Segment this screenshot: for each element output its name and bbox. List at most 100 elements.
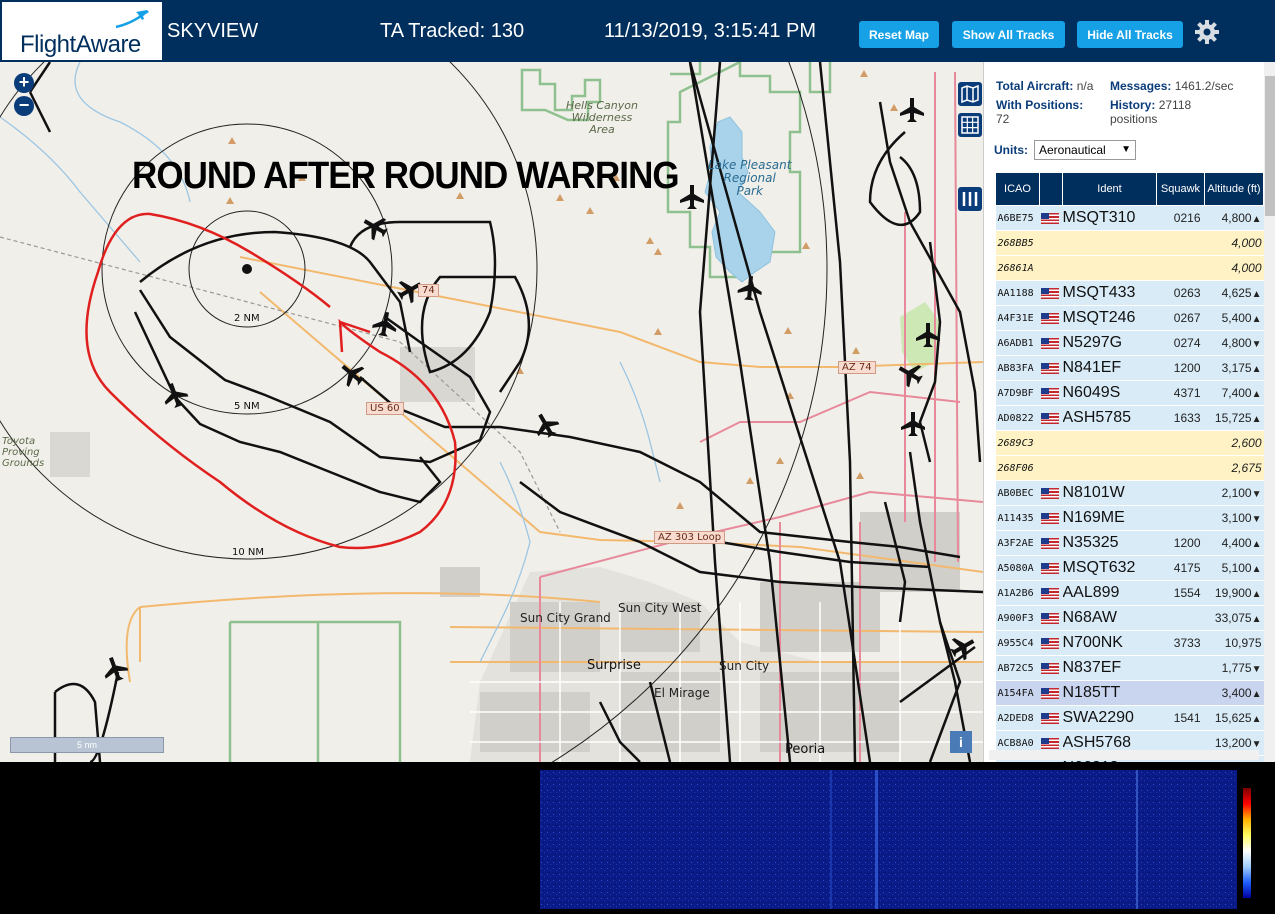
label-sun-city: Sun City — [719, 659, 770, 673]
grid-toggle-button[interactable] — [958, 113, 982, 137]
aircraft-row[interactable]: AA1188 MSQT433 0263 4,625▲ — [995, 280, 1264, 306]
reset-map-button[interactable]: Reset Map — [859, 21, 939, 48]
altitude-value: 5,100 — [1221, 561, 1252, 575]
scrollbar-thumb[interactable] — [1265, 76, 1275, 216]
altitude-value: 10,975 — [1224, 636, 1262, 650]
aircraft-icao: A11435 — [995, 505, 1040, 531]
zoom-in-button[interactable]: + — [14, 73, 34, 93]
aircraft-squawk — [1156, 655, 1205, 681]
aircraft-row[interactable]: A6BE75 MSQT310 0216 4,800▲ — [995, 205, 1264, 231]
altitude-value: 15,625 — [1214, 711, 1252, 725]
aircraft-altitude: 2,675 — [1204, 455, 1264, 481]
aircraft-row[interactable]: AB83FA N841EF 1200 3,175▲ — [995, 355, 1264, 381]
label-sun-city-grand: Sun City Grand — [520, 611, 611, 625]
aircraft-squawk: 4175 — [1156, 555, 1205, 581]
altitude-value: 4,800 — [1221, 211, 1252, 225]
aircraft-ident: ASH5785 — [1062, 405, 1157, 431]
aircraft-icao: A3F2AE — [995, 530, 1040, 556]
label-hells-canyon: Hells Canyon Wilderness Area — [566, 99, 638, 136]
columns-toggle-button[interactable] — [958, 187, 982, 211]
us-flag-icon — [1040, 387, 1059, 399]
history-stat: History: 27118 positions — [1110, 98, 1192, 126]
logo-text: FlightAware — [20, 31, 141, 58]
bottom-panel — [0, 767, 496, 909]
aircraft-sidebar: Total Aircraft: n/a Messages: 1461.2/sec… — [983, 62, 1275, 762]
us-flag-icon — [1040, 587, 1059, 599]
hide-all-tracks-button[interactable]: Hide All Tracks — [1077, 21, 1183, 48]
flightaware-logo[interactable]: FlightAware — [2, 2, 162, 60]
aircraft-row[interactable]: 26861A 4,000 — [995, 255, 1264, 281]
aircraft-row[interactable]: A7D9BF N6049S 4371 7,400▲ — [995, 380, 1264, 406]
aircraft-squawk — [1156, 680, 1205, 706]
gear-icon[interactable] — [1194, 19, 1220, 45]
aircraft-ident: N837EF — [1062, 655, 1157, 681]
aircraft-squawk: 1541 — [1156, 705, 1205, 731]
map-layers-button[interactable] — [958, 82, 982, 106]
aircraft-row[interactable]: A2DED8 SWA2290 1541 15,625▲ — [995, 705, 1264, 731]
altitude-value: 2,675 — [1231, 461, 1262, 475]
aircraft-altitude: 3,400▲ — [1204, 680, 1264, 706]
units-select[interactable]: Aeronautical ▼ — [1034, 140, 1136, 160]
horizontal-scrollbar[interactable] — [989, 750, 1259, 760]
altitude-trend-icon: ▼ — [1251, 514, 1262, 525]
aircraft-icao: A7D9BF — [995, 380, 1040, 406]
grid-icon — [961, 116, 979, 134]
info-button[interactable]: i — [950, 731, 972, 753]
aircraft-ident: N841EF — [1062, 355, 1157, 381]
header-bar: FlightAware SKYVIEW TA Tracked: 130 11/1… — [0, 0, 1275, 62]
aircraft-row[interactable]: A11435 N169ME 3,100▼ — [995, 505, 1264, 531]
zoom-out-button[interactable]: − — [14, 96, 34, 116]
aircraft-row[interactable]: 268BB5 4,000 — [995, 230, 1264, 256]
aircraft-row[interactable]: A6ADB1 N5297G 0274 4,800▼ — [995, 330, 1264, 356]
altitude-value: 4,625 — [1221, 286, 1252, 300]
aircraft-squawk — [1156, 505, 1205, 531]
aircraft-ident — [1062, 230, 1157, 256]
aircraft-squawk — [1156, 255, 1205, 281]
altitude-value: 19,900 — [1214, 586, 1252, 600]
sidebar-scrollbar[interactable] — [1264, 62, 1275, 762]
aircraft-ident: N68AW — [1062, 605, 1157, 631]
aircraft-icao: A4F31E — [995, 305, 1040, 331]
altitude-trend-icon: ▲ — [1251, 564, 1262, 575]
aircraft-row[interactable]: 2689C3 2,600 — [995, 430, 1264, 456]
aircraft-altitude: 3,100▼ — [1204, 505, 1264, 531]
altitude-trend-icon: ▲ — [1251, 414, 1262, 425]
aircraft-row[interactable]: A900F3 N68AW 33,075▲ — [995, 605, 1264, 631]
column-header-altitude[interactable]: Altitude (ft) — [1204, 172, 1264, 206]
aircraft-row[interactable]: A3F2AE N35325 1200 4,400▲ — [995, 530, 1264, 556]
flag-icon — [1039, 630, 1063, 656]
aircraft-altitude: 7,400▲ — [1204, 380, 1264, 406]
aircraft-row[interactable]: A154FA N185TT 3,400▲ — [995, 680, 1264, 706]
aircraft-ident: AAL899 — [1062, 580, 1157, 606]
us-flag-icon — [1040, 287, 1059, 299]
aircraft-altitude: 2,100▼ — [1204, 480, 1264, 506]
aircraft-row[interactable]: AB72C5 N837EF 1,775▼ — [995, 655, 1264, 681]
altitude-value: 3,175 — [1221, 361, 1252, 375]
aircraft-row[interactable]: A955C4 N700NK 3733 10,975 — [995, 630, 1264, 656]
aircraft-altitude: 4,800▼ — [1204, 330, 1264, 356]
flag-icon — [1039, 380, 1063, 406]
aircraft-ident — [1062, 455, 1157, 481]
flag-icon — [1039, 605, 1063, 631]
altitude-value: 3,400 — [1221, 686, 1252, 700]
aircraft-row[interactable]: AD0822 ASH5785 1633 15,725▲ — [995, 405, 1264, 431]
column-header-flag[interactable] — [1039, 172, 1063, 206]
aircraft-squawk: 0216 — [1156, 205, 1205, 231]
aircraft-altitude: 10,975 — [1204, 630, 1264, 656]
flag-icon — [1039, 555, 1063, 581]
with-positions-stat: With Positions: 72 — [996, 98, 1084, 126]
aircraft-row[interactable]: 268F06 2,675 — [995, 455, 1264, 481]
aircraft-squawk — [1156, 430, 1205, 456]
map-view[interactable]: Hells Canyon Wilderness Area Lake Pleasa… — [0, 62, 983, 762]
column-header-squawk[interactable]: Squawk — [1156, 172, 1205, 206]
show-all-tracks-button[interactable]: Show All Tracks — [952, 21, 1065, 48]
aircraft-row[interactable]: A1A2B6 AAL899 1554 19,900▲ — [995, 580, 1264, 606]
altitude-value: 3,500 — [1222, 761, 1252, 762]
aircraft-row[interactable]: A5080A MSQT632 4175 5,100▲ — [995, 555, 1264, 581]
aircraft-row[interactable]: A4F31E MSQT246 0267 5,400▲ — [995, 305, 1264, 331]
us-flag-icon — [1040, 512, 1059, 524]
column-header-icao[interactable]: ICAO — [995, 172, 1040, 206]
altitude-value: 4,400 — [1221, 536, 1252, 550]
column-header-ident[interactable]: Ident — [1062, 172, 1157, 206]
aircraft-row[interactable]: AB0BEC N8101W 2,100▼ — [995, 480, 1264, 506]
